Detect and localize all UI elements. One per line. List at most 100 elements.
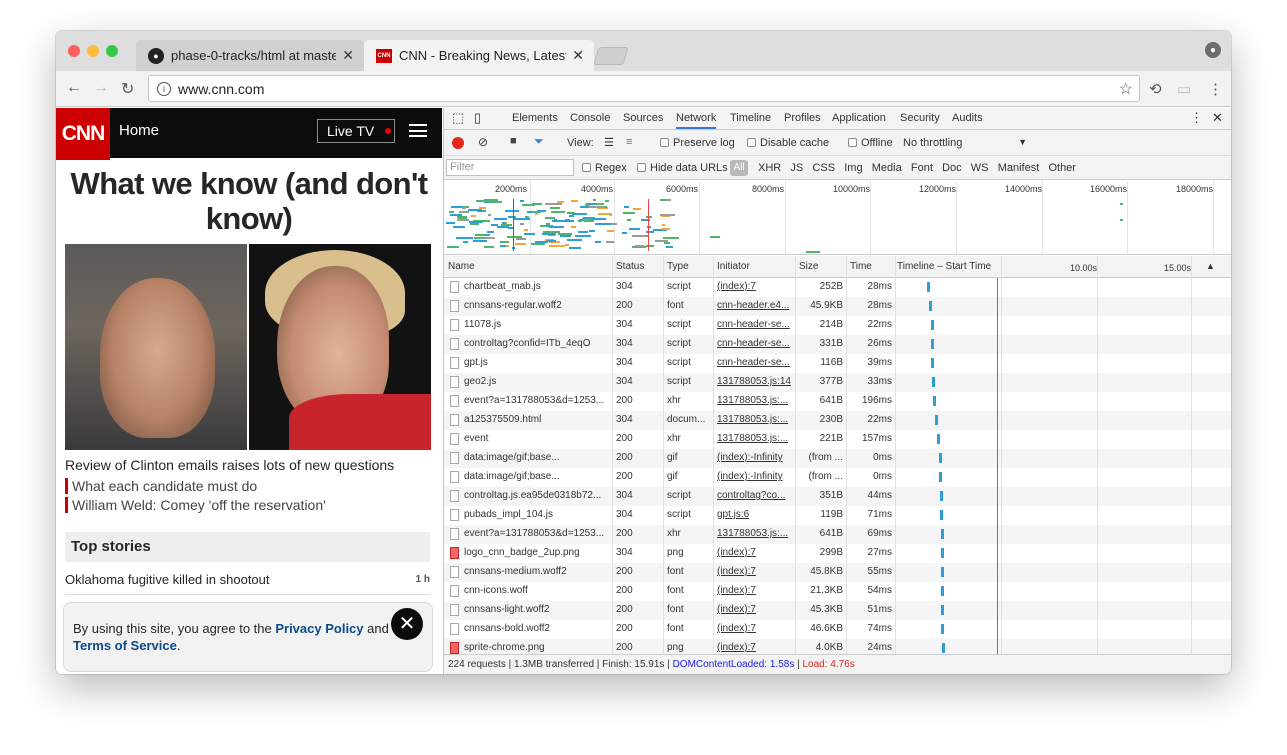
disable-cache-checkbox[interactable]: Disable cache (747, 137, 829, 149)
table-row[interactable]: data:image/gif;base... 200 gif (index):-Inf… (444, 449, 1231, 468)
cell-initiator[interactable]: controltag?co... (717, 490, 793, 501)
table-row[interactable]: cnnsans-light.woff2 200 font (index):7 45.3K… (444, 601, 1231, 620)
offline-checkbox[interactable]: Offline (848, 137, 893, 149)
preserve-log-checkbox[interactable]: Preserve log (660, 137, 735, 149)
table-row[interactable]: event?a=131788053&d=1253... 200 xhr 1317880… (444, 525, 1231, 544)
forward-button[interactable]: → (93, 79, 109, 97)
tab-security[interactable]: Security (900, 112, 940, 124)
cell-initiator[interactable]: (index):7 (717, 566, 793, 577)
home-link[interactable]: Home (119, 122, 159, 139)
cast-icon[interactable]: ▭ (1177, 80, 1191, 98)
table-row[interactable]: a125375509.html 304 docum... 131788053.js:.… (444, 411, 1231, 430)
table-row[interactable]: event?a=131788053&d=1253... 200 xhr 1317880… (444, 392, 1231, 411)
cell-initiator[interactable]: 131788053.js:... (717, 433, 793, 444)
hamburger-menu-icon[interactable] (409, 124, 427, 137)
live-tv-button[interactable]: Live TV (317, 119, 395, 143)
story-item[interactable]: Oklahoma fugitive killed in shootout 1 h (65, 572, 430, 587)
cell-initiator[interactable]: (index):-Infinity (717, 452, 793, 463)
related-link[interactable]: William Weld: Comey 'off the reservation… (65, 497, 326, 513)
table-row[interactable]: chartbeat_mab.js 304 script (index):7 252B 28… (444, 278, 1231, 297)
tab-cnn[interactable]: CNN CNN - Breaking News, Latest N ✕ (364, 40, 594, 71)
hero-caption[interactable]: Review of Clinton emails raises lots of … (65, 457, 394, 473)
page-headline[interactable]: What we know (and don't know) (56, 166, 442, 236)
devtools-menu-icon[interactable]: ⋮ (1190, 110, 1203, 126)
close-devtools-icon[interactable]: ✕ (1212, 110, 1223, 126)
back-button[interactable]: ← (66, 79, 82, 97)
cell-initiator[interactable]: cnn-header-se... (717, 319, 793, 330)
filter-font[interactable]: Font (911, 162, 933, 174)
cell-initiator[interactable]: 131788053.js:... (717, 395, 793, 406)
filter-other[interactable]: Other (1048, 162, 1076, 174)
clear-icon[interactable]: ⊘ (478, 135, 488, 149)
cell-initiator[interactable]: cnn-header.e4... (717, 300, 793, 311)
filter-media[interactable]: Media (872, 162, 902, 174)
cell-initiator[interactable]: (index):7 (717, 585, 793, 596)
table-row[interactable]: cnnsans-bold.woff2 200 font (index):7 46.6KB… (444, 620, 1231, 639)
terms-of-service-link[interactable]: Terms of Service (73, 638, 177, 653)
filter-manifest[interactable]: Manifest (998, 162, 1040, 174)
tab-elements[interactable]: Elements (512, 112, 558, 124)
filter-input[interactable]: Filter (446, 159, 574, 176)
table-row[interactable]: geo2.js 304 script 131788053.js:14 377B 33ms (444, 373, 1231, 392)
maximize-window-button[interactable] (106, 45, 118, 57)
tab-audits[interactable]: Audits (952, 112, 983, 124)
regex-checkbox[interactable]: Regex (582, 162, 627, 174)
filter-funnel-icon[interactable]: ⏷ (534, 134, 544, 149)
hero-image[interactable] (65, 244, 431, 450)
table-row[interactable]: event 200 xhr 131788053.js:... 221B 157ms (444, 430, 1231, 449)
close-window-button[interactable] (68, 45, 80, 57)
filter-js[interactable]: JS (790, 162, 803, 174)
col-status[interactable]: Status (616, 261, 644, 272)
tab-console[interactable]: Console (570, 112, 610, 124)
col-time[interactable]: Time (850, 261, 872, 272)
hide-data-urls-checkbox[interactable]: Hide data URLs (637, 162, 728, 174)
tab-timeline[interactable]: Timeline (730, 112, 771, 124)
table-row[interactable]: gpt.js 304 script cnn-header-se... 116B 39ms (444, 354, 1231, 373)
sort-arrow-icon[interactable]: ▲ (1206, 261, 1215, 271)
table-row[interactable]: sprite-chrome.png 200 png (index):7 4.0KB 24m… (444, 639, 1231, 654)
profile-icon[interactable]: ● (1205, 42, 1221, 58)
inspect-element-icon[interactable]: ⬚ (452, 110, 464, 126)
table-row[interactable]: logo_cnn_badge_2up.png 304 png (index):7 299… (444, 544, 1231, 563)
cell-initiator[interactable]: 131788053.js:14 (717, 376, 793, 387)
info-icon[interactable]: i (157, 81, 171, 96)
cell-initiator[interactable]: 131788053.js:... (717, 528, 793, 539)
table-row[interactable]: pubads_impl_104.js 304 script gpt.js:6 119B 7… (444, 506, 1231, 525)
cell-initiator[interactable]: cnn-header-se... (717, 357, 793, 368)
network-overview[interactable]: 2000ms 4000ms 6000ms 8000ms 10000ms 1200… (444, 181, 1231, 255)
col-size[interactable]: Size (799, 261, 818, 272)
privacy-policy-link[interactable]: Privacy Policy (275, 621, 363, 636)
cell-initiator[interactable]: gpt.js:6 (717, 509, 793, 520)
minimize-window-button[interactable] (87, 45, 99, 57)
cell-initiator[interactable]: (index):7 (717, 604, 793, 615)
close-tab-icon[interactable]: ✕ (572, 47, 584, 64)
filter-css[interactable]: CSS (812, 162, 835, 174)
overview-icon[interactable]: ≡ (626, 136, 632, 148)
record-button[interactable] (452, 137, 464, 149)
cell-initiator[interactable]: (index):7 (717, 623, 793, 634)
col-name[interactable]: Name (448, 261, 475, 272)
col-timeline[interactable]: Timeline – Start Time (897, 261, 991, 272)
cell-initiator[interactable]: cnn-header-se... (717, 338, 793, 349)
tab-github[interactable]: ● phase-0-tracks/html at master ✕ (136, 40, 364, 71)
close-tab-icon[interactable]: ✕ (342, 47, 354, 64)
tab-application[interactable]: Application (832, 112, 886, 124)
filter-img[interactable]: Img (844, 162, 862, 174)
new-tab-button[interactable] (593, 47, 629, 65)
table-row[interactable]: controltag.js.ea95de0318b72... 304 script c… (444, 487, 1231, 506)
filter-all-button[interactable]: All (730, 160, 748, 176)
table-row[interactable]: 11078.js 304 script cnn-header-se... 214B 22m… (444, 316, 1231, 335)
table-row[interactable]: data:image/gif;base... 200 gif (index):-Inf… (444, 468, 1231, 487)
camera-icon[interactable]: ■ (510, 135, 517, 147)
reload-button[interactable]: ↻ (121, 79, 134, 99)
tab-sources[interactable]: Sources (623, 112, 663, 124)
table-row[interactable]: cnnsans-regular.woff2 200 font cnn-header.e… (444, 297, 1231, 316)
table-row[interactable]: cnn-icons.woff 200 font (index):7 21.3KB 54ms (444, 582, 1231, 601)
kebab-menu-icon[interactable]: ⋮ (1208, 80, 1223, 98)
filter-doc[interactable]: Doc (942, 162, 962, 174)
close-banner-button[interactable]: ✕ (391, 608, 423, 640)
throttling-select[interactable]: No throttling ▼ (903, 137, 1027, 149)
filter-ws[interactable]: WS (971, 162, 989, 174)
star-icon[interactable]: ☆ (1119, 79, 1133, 99)
cell-initiator[interactable]: (index):7 (717, 642, 793, 653)
